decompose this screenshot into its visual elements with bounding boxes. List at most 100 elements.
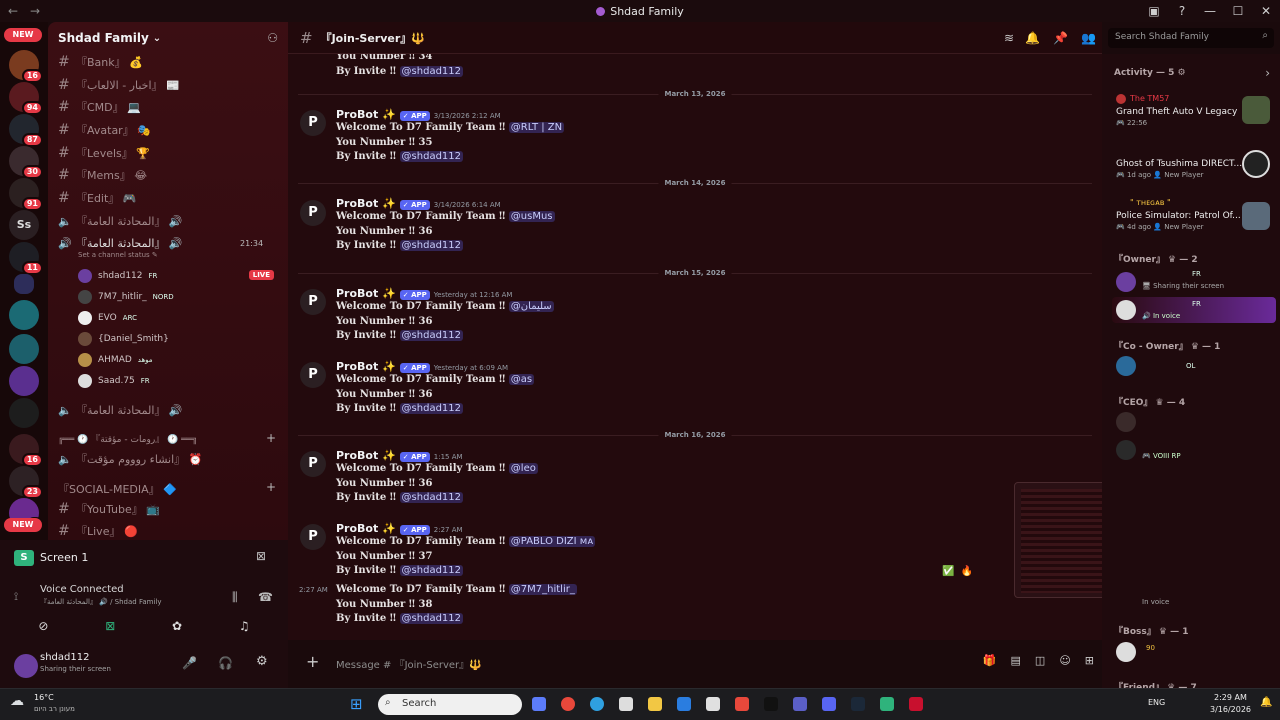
taskbar-search[interactable]: ⌕ Search: [378, 694, 522, 715]
server-icon[interactable]: 91: [9, 178, 43, 211]
avatar[interactable]: [1116, 94, 1126, 104]
gift-icon[interactable]: 🎁: [983, 654, 997, 667]
camera-off-icon[interactable]: ⊘: [38, 619, 48, 633]
voice-user[interactable]: {Daniel_Smith}: [78, 332, 169, 346]
maximize-button[interactable]: ☐: [1224, 4, 1252, 18]
microphone-icon[interactable]: 🎤: [182, 656, 197, 670]
chevron-right-icon[interactable]: ›: [1265, 66, 1270, 80]
channel-edit[interactable]: # 『Edit』 🎮: [58, 190, 137, 206]
activity-icon[interactable]: ✿: [172, 619, 182, 633]
pin-icon[interactable]: 📌: [1053, 31, 1068, 45]
stop-stream-icon[interactable]: ⊠: [256, 549, 266, 563]
outlook-icon[interactable]: [677, 697, 691, 711]
activity-game[interactable]: Ghost of Tsushima DIRECT...: [1116, 159, 1242, 169]
activity-game[interactable]: Grand Theft Auto V Legacy: [1116, 107, 1237, 117]
search-input[interactable]: Search Shdad Family ⌕: [1108, 28, 1274, 48]
category-social-media[interactable]: 『SOCIAL-MEDIA』 🔷: [58, 481, 177, 497]
app-icon[interactable]: [735, 697, 749, 711]
avatar[interactable]: P: [300, 362, 326, 388]
voice-user[interactable]: 7M7_hitlir_ NORD: [78, 290, 174, 304]
voice-user[interactable]: Saad.75 FR: [78, 374, 150, 388]
avatar[interactable]: P: [300, 524, 326, 550]
add-member-icon[interactable]: ⚇: [267, 31, 278, 45]
server-icon-ss[interactable]: Ss: [9, 210, 39, 240]
activity-game[interactable]: Police Simulator: Patrol Of...: [1116, 211, 1241, 221]
add-attachment-icon[interactable]: +: [306, 652, 319, 671]
discord-icon[interactable]: [822, 697, 836, 711]
voice-channel[interactable]: 🔈 『المحادثة العامة』 🔊: [58, 402, 183, 418]
soundboard-icon[interactable]: ♫: [239, 619, 250, 633]
server-icon[interactable]: 94: [9, 82, 43, 115]
edge-icon[interactable]: [590, 697, 604, 711]
voice-channel-info[interactable]: 『المحادثة العامة』 🔊 / Shdad Family: [40, 597, 161, 607]
notification-icon[interactable]: 🔔: [1260, 697, 1272, 708]
noise-suppression-icon[interactable]: ⫼: [232, 590, 238, 605]
voice-user[interactable]: shdad112 FR: [78, 269, 157, 283]
avatar[interactable]: [1116, 272, 1136, 292]
avatar[interactable]: [1116, 356, 1136, 376]
channel-mems[interactable]: # 『Mems』 😂: [58, 167, 147, 183]
server-icon[interactable]: [9, 366, 39, 396]
signal-icon[interactable]: ⟟: [14, 590, 18, 604]
tiktok-icon[interactable]: [764, 697, 778, 711]
voice-channel-active[interactable]: 🔊 『المحادثة العامة』 🔊 21:34: [58, 235, 278, 251]
channel-status-hint[interactable]: Set a channel status ✎: [78, 251, 158, 259]
server-icon[interactable]: 16: [9, 434, 43, 467]
gif-icon[interactable]: ▤: [1011, 654, 1021, 667]
server-icon[interactable]: [9, 300, 39, 330]
check-icon[interactable]: ✅: [942, 566, 954, 577]
steam-icon[interactable]: [851, 697, 865, 711]
voice-user[interactable]: AHMAD موهد: [78, 353, 153, 367]
avatar[interactable]: P: [300, 110, 326, 136]
chrome-icon[interactable]: [561, 697, 575, 711]
server-icon[interactable]: 23: [9, 466, 43, 499]
server-icon[interactable]: [9, 334, 39, 364]
category-temp-rooms[interactable]: ╔══ 🕐 『رومات - مؤقتة』 🕐 ══╗: [58, 432, 197, 445]
username[interactable]: shdad112: [40, 652, 89, 663]
server-icon[interactable]: 16: [9, 50, 43, 83]
file-explorer-icon[interactable]: [648, 697, 662, 711]
channel-live[interactable]: # 『Live』 🔴: [58, 523, 138, 539]
copilot-icon[interactable]: [532, 697, 546, 711]
voice-connected-status[interactable]: Voice Connected: [40, 584, 124, 595]
start-button[interactable]: ⊞: [350, 695, 363, 713]
app-icon[interactable]: [706, 697, 720, 711]
add-channel-icon[interactable]: +: [266, 480, 276, 494]
voice-channel[interactable]: 🔈 『المحادثة العامة』 🔊: [58, 213, 183, 229]
weather-icon[interactable]: ☁: [10, 693, 24, 709]
stream-preview[interactable]: [1014, 482, 1102, 598]
server-icon[interactable]: [9, 398, 39, 428]
server-icon[interactable]: 30: [9, 146, 43, 179]
apps-icon[interactable]: ⊞: [1085, 654, 1094, 667]
server-icon[interactable]: 87: [9, 114, 43, 147]
add-channel-icon[interactable]: +: [266, 431, 276, 445]
message-input[interactable]: Message # 『Join-Server』🔱: [336, 656, 482, 671]
avatar[interactable]: [1116, 300, 1136, 320]
app-icon[interactable]: [880, 697, 894, 711]
inbox-icon[interactable]: ▣: [1140, 4, 1168, 18]
avatar[interactable]: P: [300, 200, 326, 226]
headphones-icon[interactable]: 🎧: [218, 656, 233, 670]
notification-bell-icon[interactable]: 🔔: [1025, 31, 1040, 45]
app-icon[interactable]: [909, 697, 923, 711]
voice-channel-create[interactable]: 🔈 『انشاء روووم مؤقت』 ⏰: [58, 451, 202, 467]
channel-news[interactable]: # 『اخبار - الالعاب』 📰: [58, 77, 180, 93]
avatar[interactable]: P: [300, 289, 326, 315]
folder-icon[interactable]: [14, 274, 34, 294]
avatar[interactable]: [1116, 642, 1136, 662]
emoji-picker-icon[interactable]: ☺: [1059, 654, 1070, 667]
avatar[interactable]: [14, 654, 38, 678]
share-screen-icon[interactable]: ⊠: [105, 619, 115, 633]
channel-cmd[interactable]: # 『CMD』 💻: [58, 99, 141, 115]
voice-user[interactable]: EVO ARC: [78, 311, 137, 325]
close-button[interactable]: ✕: [1252, 4, 1280, 18]
help-icon[interactable]: ?: [1168, 4, 1196, 18]
settings-gear-icon[interactable]: ⚙: [256, 654, 268, 669]
channel-youtube[interactable]: # 『YouTube』 📺: [58, 501, 160, 517]
teams-icon[interactable]: [793, 697, 807, 711]
avatar[interactable]: [1116, 412, 1136, 432]
avatar[interactable]: [1116, 440, 1136, 460]
threads-icon[interactable]: ≋: [1004, 31, 1014, 45]
sticker-icon[interactable]: ◫: [1035, 654, 1045, 667]
channel-bank[interactable]: # 『Bank』 💰: [58, 54, 143, 70]
